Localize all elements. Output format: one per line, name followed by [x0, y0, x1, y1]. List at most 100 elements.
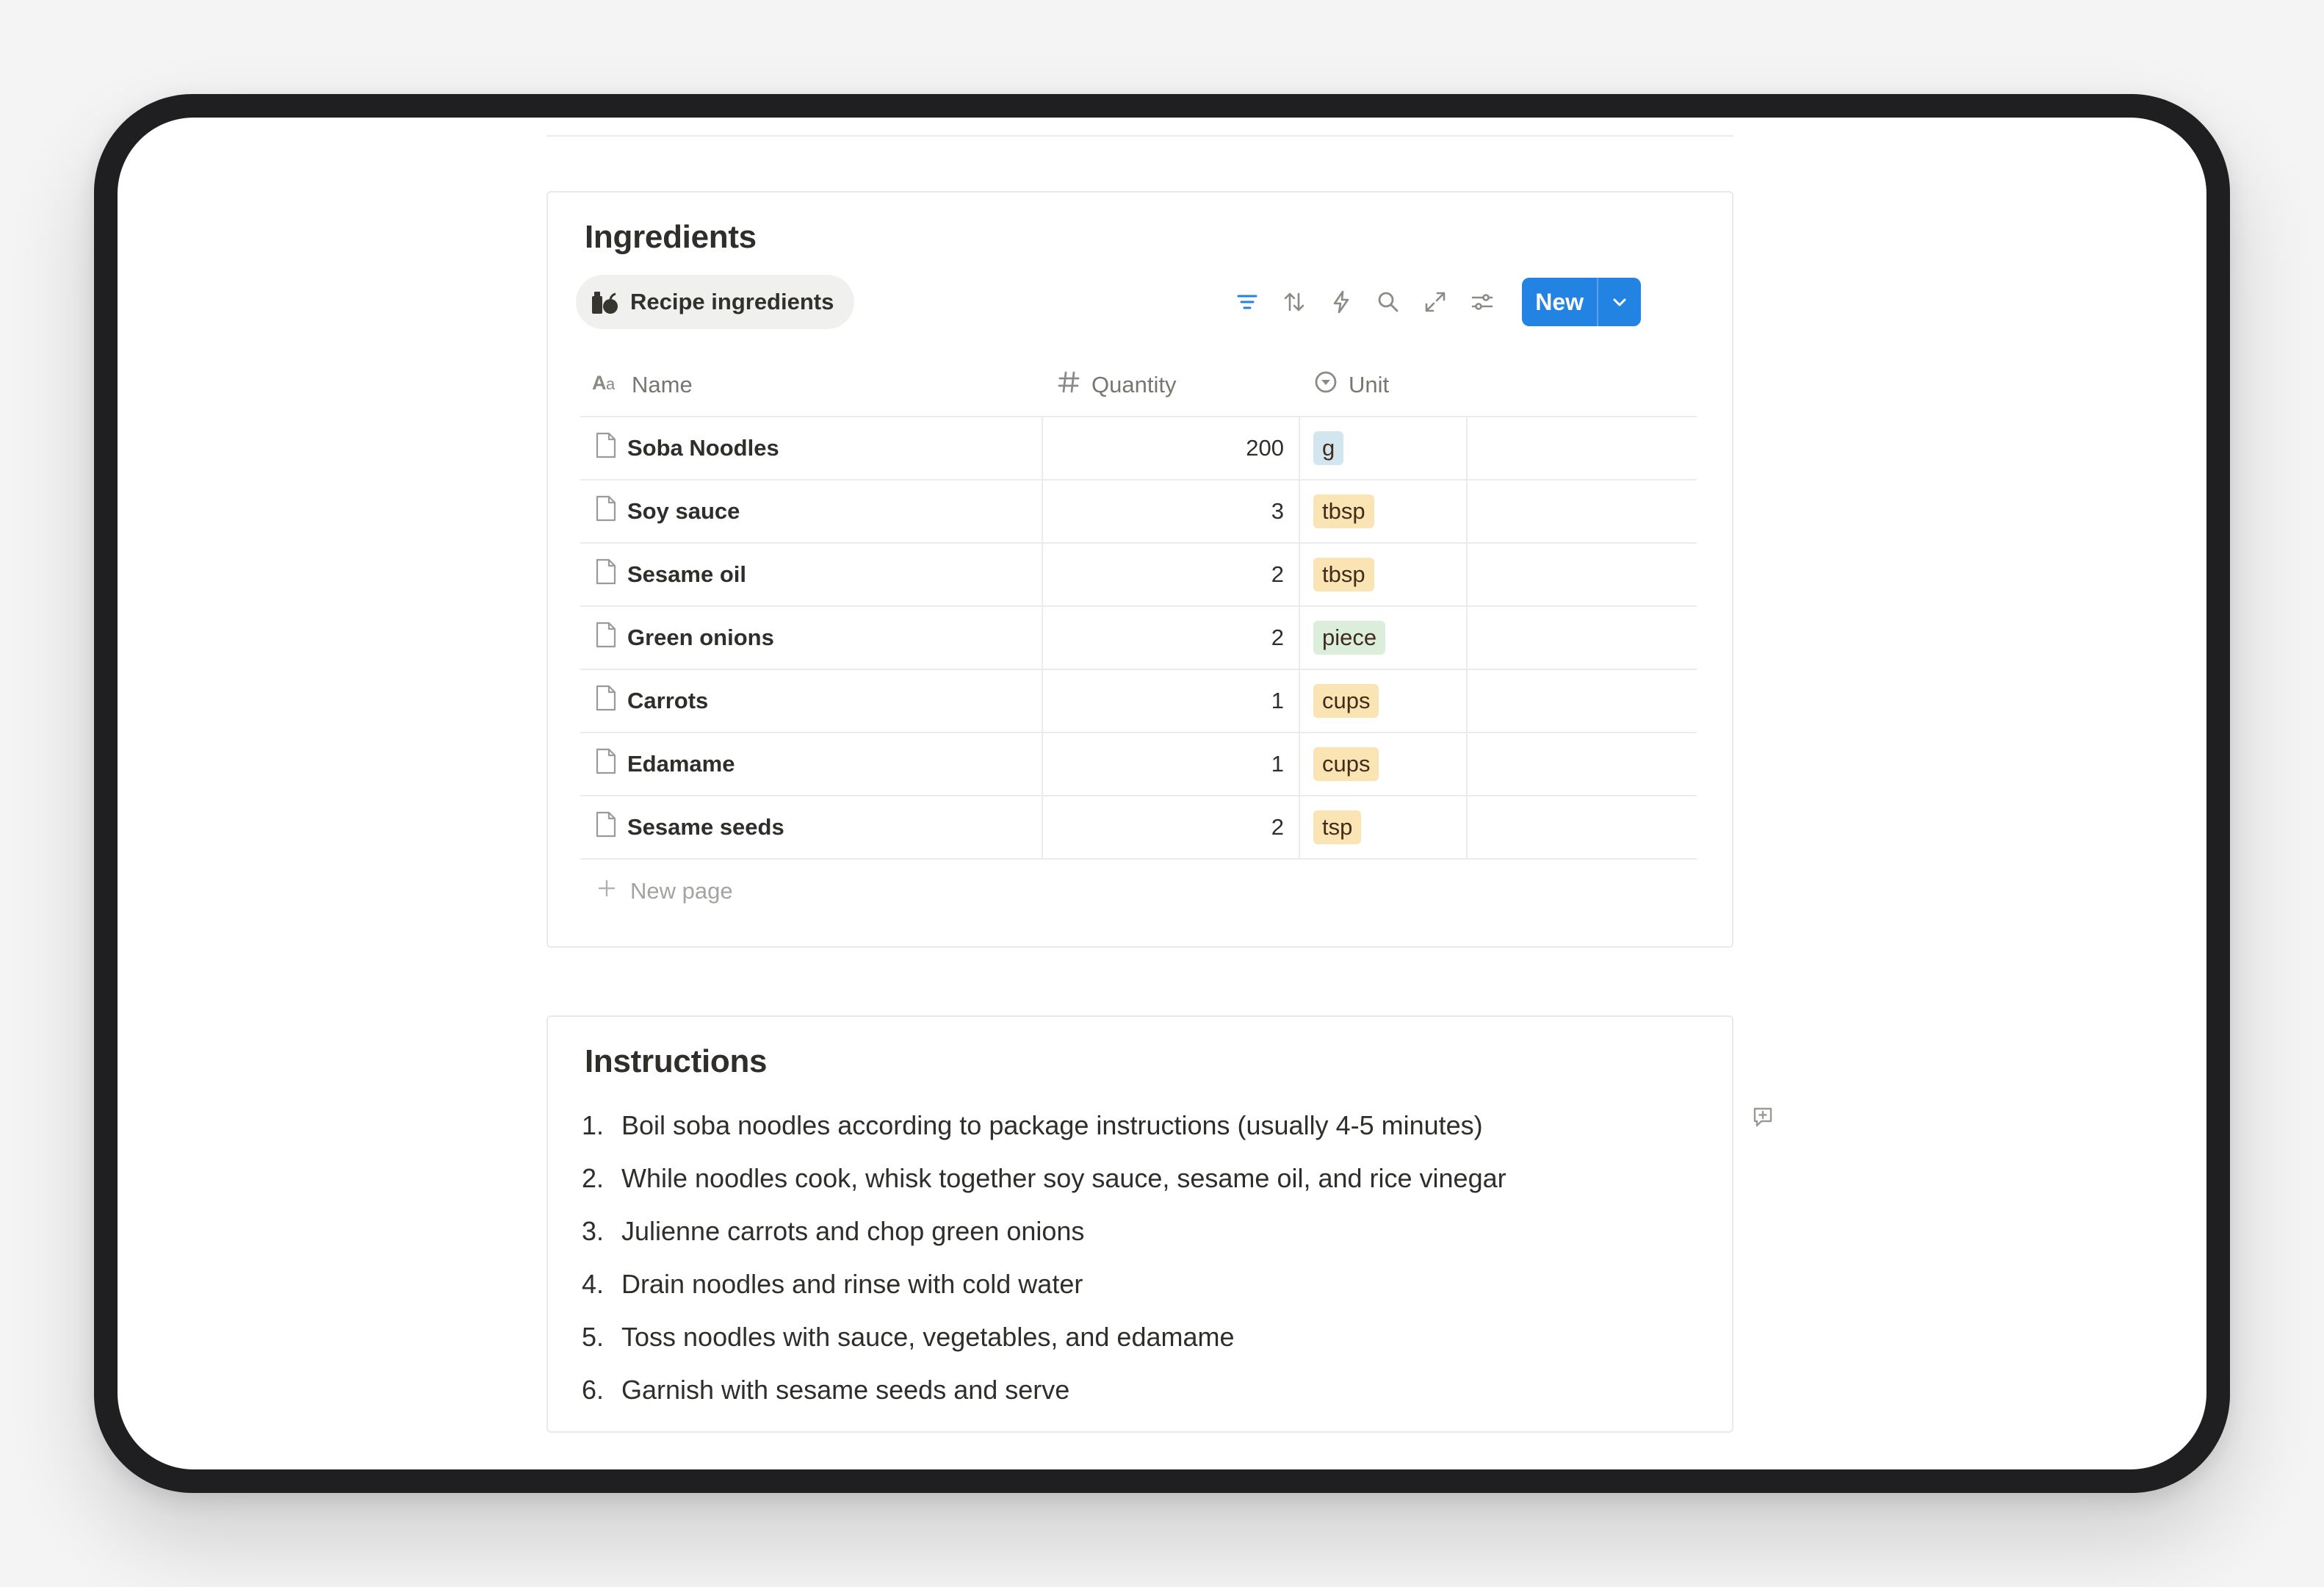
ingredients-title[interactable]: Ingredients	[585, 219, 757, 256]
unit-cell[interactable]: tbsp	[1300, 544, 1468, 605]
ingredient-name: Carrots	[627, 688, 709, 713]
ingredient-name: Edamame	[627, 751, 735, 777]
column-header-quantity[interactable]: Quantity	[1042, 354, 1300, 416]
ingredient-name: Soy sauce	[627, 498, 740, 524]
page-icon	[595, 432, 617, 464]
quantity-cell[interactable]: 2	[1042, 544, 1300, 605]
page-icon	[595, 622, 617, 654]
step-text: Boil soba noodles according to package i…	[621, 1110, 1483, 1140]
list-item[interactable]: 1. Boil soba noodles according to package…	[582, 1099, 1506, 1152]
quantity-value: 1	[1271, 751, 1284, 777]
page-icon	[595, 685, 617, 717]
list-item[interactable]: 2. While noodles cook, whisk together soy…	[582, 1152, 1506, 1205]
table-row[interactable]: Sesame seeds 2 tsp	[580, 796, 1697, 860]
app-screen: Ingredients Recipe ingredients New A a N…	[118, 118, 2206, 1469]
unit-tag: tbsp	[1313, 494, 1374, 528]
name-cell[interactable]: Sesame oil	[580, 544, 1042, 605]
expand-icon[interactable]	[1412, 278, 1459, 325]
quantity-value: 200	[1246, 435, 1284, 461]
quantity-value: 1	[1271, 688, 1284, 713]
unit-tag: tbsp	[1313, 558, 1374, 591]
view-tab-recipe-ingredients[interactable]: Recipe ingredients	[576, 275, 855, 329]
step-number: 4.	[581, 1269, 604, 1299]
select-type-icon	[1313, 370, 1338, 400]
sort-icon[interactable]	[1271, 278, 1318, 325]
empty-cell[interactable]	[1468, 417, 1697, 479]
empty-cell[interactable]	[1468, 481, 1697, 542]
ingredients-table: Aa Name Quantity Unit Soba Noodles 200 g…	[580, 354, 1697, 923]
step-text: Garnish with sesame seeds and serve	[621, 1375, 1070, 1405]
unit-cell[interactable]: tbsp	[1300, 481, 1468, 542]
list-item[interactable]: 5. Toss noodles with sauce, vegetables, a…	[582, 1311, 1506, 1364]
table-row[interactable]: Edamame 1 cups	[580, 733, 1697, 796]
unit-tag: cups	[1313, 747, 1379, 781]
empty-cell[interactable]	[1468, 670, 1697, 732]
table-row[interactable]: Sesame oil 2 tbsp	[580, 544, 1697, 607]
view-tab-label: Recipe ingredients	[630, 289, 834, 314]
page-icon	[595, 495, 617, 528]
svg-text:A: A	[592, 372, 607, 393]
list-item[interactable]: 3. Julienne carrots and chop green onions	[582, 1205, 1506, 1258]
add-comment-icon[interactable]	[1748, 1102, 1778, 1131]
table-row[interactable]: Green onions 2 piece	[580, 607, 1697, 670]
instructions-block: Instructions 1. Boil soba noodles accordi…	[546, 1015, 1733, 1433]
unit-cell[interactable]: tsp	[1300, 796, 1468, 858]
step-text: Toss noodles with sauce, vegetables, and…	[621, 1322, 1235, 1352]
unit-tag: cups	[1313, 684, 1379, 718]
name-cell[interactable]: Soba Noodles	[580, 417, 1042, 479]
quantity-cell[interactable]: 2	[1042, 796, 1300, 858]
database-toolbar: New	[1224, 278, 1641, 326]
table-row[interactable]: Soy sauce 3 tbsp	[580, 481, 1697, 544]
quantity-value: 2	[1271, 814, 1284, 840]
column-label: Name	[632, 372, 693, 397]
step-number: 2.	[581, 1163, 604, 1193]
settings-icon[interactable]	[1459, 278, 1506, 325]
quantity-value: 2	[1271, 561, 1284, 587]
new-page-button[interactable]: New page	[580, 860, 1697, 923]
number-type-icon	[1056, 370, 1081, 400]
empty-cell[interactable]	[1468, 544, 1697, 605]
list-item[interactable]: 4. Drain noodles and rinse with cold wate…	[582, 1258, 1506, 1311]
table-row[interactable]: Carrots 1 cups	[580, 670, 1697, 733]
unit-cell[interactable]: g	[1300, 417, 1468, 479]
ingredient-name: Green onions	[627, 625, 774, 650]
empty-cell[interactable]	[1468, 796, 1697, 858]
list-item[interactable]: 6. Garnish with sesame seeds and serve	[582, 1364, 1506, 1417]
table-header: Aa Name Quantity Unit	[580, 354, 1697, 417]
name-cell[interactable]: Green onions	[580, 607, 1042, 669]
chevron-down-icon[interactable]	[1597, 278, 1641, 326]
unit-cell[interactable]: piece	[1300, 607, 1468, 669]
quantity-cell[interactable]: 200	[1042, 417, 1300, 479]
column-label: Unit	[1349, 372, 1390, 397]
unit-tag: piece	[1313, 621, 1386, 655]
step-number: 5.	[581, 1322, 604, 1352]
page-icon	[595, 811, 617, 843]
ingredient-name: Sesame oil	[627, 561, 746, 587]
new-button[interactable]: New	[1522, 278, 1641, 326]
empty-cell[interactable]	[1468, 607, 1697, 669]
quantity-cell[interactable]: 2	[1042, 607, 1300, 669]
table-row[interactable]: Soba Noodles 200 g	[580, 417, 1697, 481]
unit-cell[interactable]: cups	[1300, 733, 1468, 795]
name-cell[interactable]: Sesame seeds	[580, 796, 1042, 858]
name-cell[interactable]: Carrots	[580, 670, 1042, 732]
instructions-title[interactable]: Instructions	[585, 1043, 768, 1080]
quantity-cell[interactable]: 1	[1042, 733, 1300, 795]
quantity-cell[interactable]: 3	[1042, 481, 1300, 542]
column-header-unit[interactable]: Unit	[1300, 354, 1468, 416]
automation-icon[interactable]	[1318, 278, 1365, 325]
search-icon[interactable]	[1365, 278, 1412, 325]
step-text: Drain noodles and rinse with cold water	[621, 1269, 1083, 1299]
step-text: Julienne carrots and chop green onions	[621, 1216, 1085, 1246]
ingredient-name: Sesame seeds	[627, 814, 784, 840]
column-header-empty	[1468, 354, 1697, 416]
unit-cell[interactable]: cups	[1300, 670, 1468, 732]
text-type-icon: Aa	[592, 371, 621, 399]
name-cell[interactable]: Soy sauce	[580, 481, 1042, 542]
quantity-cell[interactable]: 1	[1042, 670, 1300, 732]
divider	[546, 135, 1733, 137]
column-header-name[interactable]: Aa Name	[580, 354, 1042, 416]
filter-icon[interactable]	[1224, 278, 1271, 325]
name-cell[interactable]: Edamame	[580, 733, 1042, 795]
empty-cell[interactable]	[1468, 733, 1697, 795]
